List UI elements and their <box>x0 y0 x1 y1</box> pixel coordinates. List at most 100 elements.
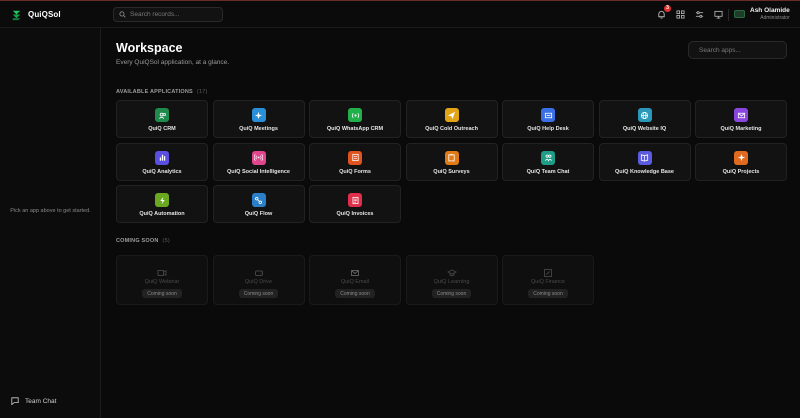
mail-icon <box>350 265 360 276</box>
app-card-label: QuiQ Meetings <box>239 126 278 132</box>
coming-soon-card: QuiQ Email Coming soon <box>309 255 401 305</box>
coming-soon-card: QuiQ Webinar Coming soon <box>116 255 208 305</box>
bar-chart-icon <box>155 150 169 165</box>
brand-name: QuiQSol <box>28 10 61 19</box>
topbar-divider <box>728 9 729 21</box>
page-title: Workspace <box>116 41 183 55</box>
sliders-icon <box>695 11 704 18</box>
app-card[interactable]: QuiQ Invoices <box>309 185 401 223</box>
clipboard-icon <box>444 150 459 165</box>
finance-icon <box>543 265 553 277</box>
app-card[interactable]: QuiQ Website IQ <box>598 100 691 138</box>
coming-soon-card: QuiQ Drive Coming soon <box>212 255 305 305</box>
drive-icon <box>254 265 264 276</box>
app-card[interactable]: QuiQ Knowledge Base <box>598 142 691 181</box>
search-apps[interactable] <box>688 41 787 59</box>
app-card-label: QuiQ Team Chat <box>526 168 570 175</box>
app-card[interactable]: QuiQ Surveys <box>405 142 498 181</box>
team-chat-button[interactable]: Team Chat <box>11 397 56 405</box>
sidebar-hint: Pick an app above to get started. <box>10 208 91 214</box>
coming-soon-heading: COMING SOON (5) <box>116 238 170 244</box>
app-card[interactable]: QuiQ Projects <box>695 142 787 181</box>
app-card-label: QuiQ Automation <box>139 211 185 217</box>
coming-soon-card-label: QuiQ Email <box>340 279 370 285</box>
search-records[interactable] <box>113 7 223 22</box>
app-card-label: QuiQ CRM <box>148 126 176 132</box>
coming-soon-card-label: QuiQ Learning <box>433 279 470 285</box>
coming-soon-card: QuiQ Learning Coming soon <box>405 255 498 305</box>
display-button[interactable] <box>713 9 724 20</box>
app-card[interactable]: QuiQ Social Intelligence <box>212 142 305 181</box>
invoice-icon <box>348 193 362 207</box>
coming-soon-title: COMING SOON <box>116 238 159 244</box>
signal-icon <box>251 150 266 165</box>
app-card-label: QuiQ Website IQ <box>622 126 667 132</box>
brand-logo[interactable]: QuiQSol <box>10 8 61 21</box>
search-apps-input[interactable] <box>699 46 787 54</box>
graduation-icon <box>446 265 457 277</box>
available-apps-count: (17) <box>196 89 208 95</box>
mail-icon <box>734 108 748 122</box>
send-icon <box>444 108 459 122</box>
app-card-label: QuiQ WhatsApp CRM <box>326 126 384 132</box>
broadcast-icon <box>348 108 362 122</box>
search-records-input[interactable] <box>130 11 220 18</box>
monitor-icon <box>714 10 723 19</box>
app-card[interactable]: QuiQ Analytics <box>116 142 208 181</box>
sparkle-icon <box>251 108 266 122</box>
ticket-icon <box>541 108 555 122</box>
notifications-button[interactable]: 3 <box>656 5 671 20</box>
app-card-label: QuiQ Flow <box>244 211 273 217</box>
app-card-label: QuiQ Cold Outreach <box>425 126 478 132</box>
app-card-label: QuiQ Surveys <box>433 168 470 175</box>
app-card-label: QuiQ Projects <box>722 168 760 175</box>
coming-soon-card-label: QuiQ Drive <box>244 279 273 285</box>
app-card[interactable]: QuiQ WhatsApp CRM <box>309 100 401 138</box>
app-card-label: QuiQ Analytics <box>142 168 182 175</box>
app-card[interactable]: QuiQ Meetings <box>212 100 305 138</box>
app-card-label: QuiQ Social Intelligence <box>227 168 290 175</box>
book-icon <box>637 150 652 165</box>
bolt-icon <box>155 193 169 207</box>
app-card-label: QuiQ Knowledge Base <box>615 168 674 175</box>
globe-icon <box>637 108 652 122</box>
grid-icon <box>676 10 685 19</box>
app-card[interactable]: QuiQ CRM <box>116 100 208 138</box>
apps-grid-button[interactable] <box>675 9 686 20</box>
user-name: Ash Olamide <box>750 7 790 14</box>
user-role: Administrator <box>760 15 790 21</box>
app-card[interactable]: QuiQ Marketing <box>695 100 787 138</box>
coming-soon-badge: Coming soon <box>528 289 568 298</box>
form-icon <box>348 150 362 165</box>
coming-soon-card: QuiQ Finance Coming soon <box>502 255 594 305</box>
top-bar: QuiQSol 3 <box>0 0 800 28</box>
app-card[interactable]: QuiQ Help Desk <box>502 100 594 138</box>
coming-soon-badge: Coming soon <box>335 289 375 298</box>
coming-soon-card-label: QuiQ Finance <box>531 279 565 285</box>
quiqsol-logo-icon <box>12 10 21 21</box>
app-card[interactable]: QuiQ Automation <box>116 185 208 223</box>
app-card[interactable]: QuiQ Forms <box>309 142 401 181</box>
avatar <box>734 10 745 18</box>
app-card[interactable]: QuiQ Flow <box>212 185 305 223</box>
app-card[interactable]: QuiQ Cold Outreach <box>405 100 498 138</box>
sidebar: Pick an app above to get started. Team C… <box>0 28 101 418</box>
sparkle-icon <box>734 150 748 165</box>
team-chat-label: Team Chat <box>25 397 57 405</box>
app-card[interactable]: QuiQ Team Chat <box>502 142 594 181</box>
app-card-label: QuiQ Invoices <box>336 211 374 217</box>
coming-soon-badge: Coming soon <box>431 289 472 298</box>
users-icon <box>155 108 169 122</box>
search-icon <box>119 11 126 18</box>
page-subtitle: Every QuiQSol application, at a glance. <box>116 59 230 66</box>
flow-icon <box>251 193 266 207</box>
coming-soon-card-label: QuiQ Webinar <box>144 279 180 285</box>
team-icon <box>541 150 555 165</box>
app-card-label: QuiQ Forms <box>339 168 371 175</box>
app-card-label: QuiQ Marketing <box>720 126 762 132</box>
notification-badge: 3 <box>664 5 671 12</box>
chat-icon <box>11 397 19 405</box>
user-menu[interactable]: Ash Olamide Administrator <box>734 7 790 21</box>
app-card-label: QuiQ Help Desk <box>527 126 569 132</box>
settings-button[interactable] <box>694 9 705 20</box>
